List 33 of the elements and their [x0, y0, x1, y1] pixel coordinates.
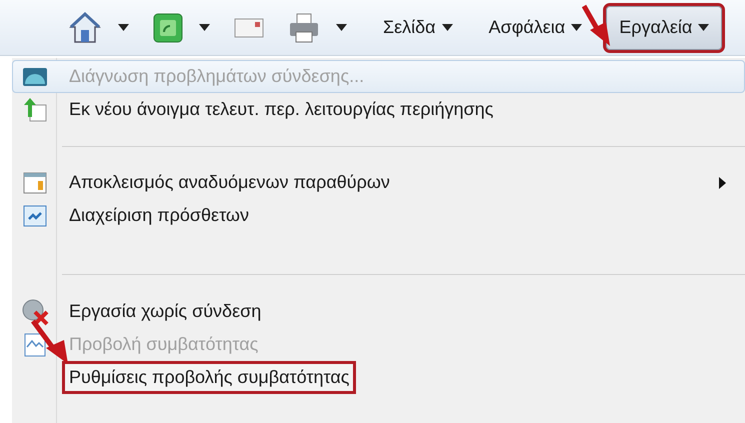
reopen-icon	[22, 96, 48, 122]
menu-button[interactable]: Σελίδα	[371, 6, 465, 50]
menu-item-label: Αποκλεισμός αναδυόμενων παραθύρων	[68, 171, 391, 194]
broken-page-icon	[24, 332, 46, 356]
globe-cross-icon	[21, 298, 49, 326]
feed-icon[interactable]	[153, 12, 183, 42]
menu-item-label: Διαχείριση πρόσθετων	[68, 204, 250, 227]
menu-item[interactable]: Διαχείριση πρόσθετων	[12, 199, 745, 232]
caret-icon[interactable]	[118, 24, 129, 31]
caret-icon[interactable]	[199, 24, 210, 31]
annotation-arrow	[30, 318, 70, 366]
menu-item[interactable]: Αποκλεισμός αναδυόμενων παραθύρων	[12, 166, 745, 199]
menu-item[interactable]: Εργασία χωρίς σύνδεση	[12, 295, 745, 328]
menu-item-label: Εργασία χωρίς σύνδεση	[68, 300, 262, 323]
menu-item-label: Εκ νέου άνοιγμα τελευτ. περ. λειτουργίας περιήγησης	[68, 98, 494, 121]
popup-window-icon	[23, 172, 47, 194]
caret-icon	[698, 24, 710, 31]
menu-item-label: Προβολή συμβατότητας	[68, 333, 260, 356]
caret-icon[interactable]	[336, 24, 347, 31]
addons-icon	[23, 204, 47, 226]
caret-icon	[571, 24, 582, 31]
menu-item-label: Διάγνωση προβλημάτων σύνδεσης...	[68, 65, 366, 88]
house-icon[interactable]	[68, 10, 102, 44]
caret-icon	[442, 24, 453, 31]
submenu-arrow-icon	[719, 176, 726, 188]
menu-item[interactable]: Ρυθμίσεις προβολής συμβατότητας	[12, 361, 745, 394]
envelope-icon[interactable]	[234, 16, 264, 38]
menu-button[interactable]: Ασφάλεια	[476, 6, 594, 50]
network-icon	[22, 66, 48, 86]
annotation-arrow	[582, 4, 612, 48]
menu-item[interactable]: Εκ νέου άνοιγμα τελευτ. περ. λειτουργίας περιήγησης	[12, 93, 745, 126]
menu-item-label: Ρυθμίσεις προβολής συμβατότητας	[65, 364, 354, 391]
printer-icon[interactable]	[288, 12, 320, 44]
